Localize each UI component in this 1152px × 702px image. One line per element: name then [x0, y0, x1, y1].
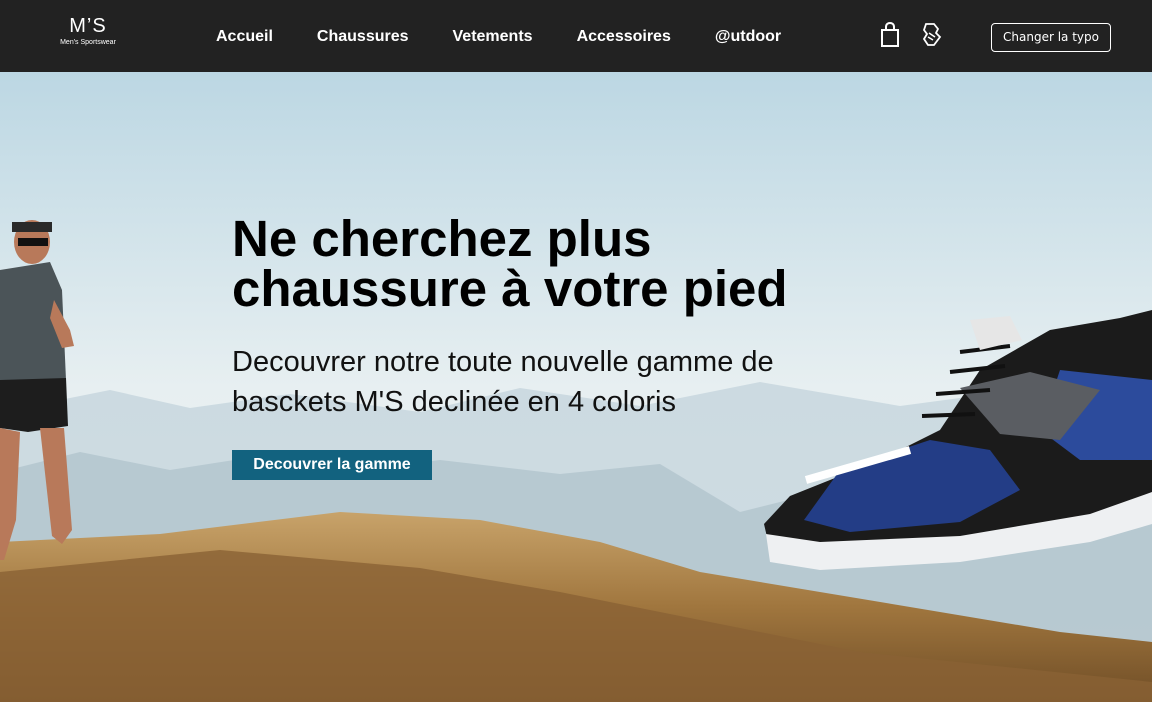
- discover-range-button[interactable]: Decouvrer la gamme: [232, 450, 432, 480]
- runner-image: [0, 220, 74, 560]
- logo-subtitle: Men's Sportswear: [60, 39, 116, 46]
- hero-subtitle: Decouvrer notre toute nouvelle gamme de …: [232, 346, 774, 418]
- hero-banner: Ne cherchez plus chaussure à votre pied …: [0, 72, 1152, 702]
- main-navigation: Accueil Chaussures Vetements Accessoires…: [216, 26, 825, 48]
- hero-title: Ne cherchez plus chaussure à votre pied: [232, 210, 788, 317]
- navbar: M’S Men's Sportswear Accueil Chaussures …: [0, 0, 1152, 72]
- nav-link-accessoires[interactable]: Accessoires: [577, 26, 671, 48]
- change-typography-button[interactable]: Changer la typo: [991, 23, 1111, 52]
- logo-mark: M’S: [69, 15, 107, 37]
- nav-icons: [878, 20, 944, 50]
- nav-link-vetements[interactable]: Vetements: [453, 26, 533, 48]
- nav-link-chaussures[interactable]: Chaussures: [317, 26, 409, 48]
- nav-link-outdoor[interactable]: @utdoor: [715, 26, 781, 48]
- brand-logo[interactable]: M’S Men's Sportswear: [56, 14, 120, 54]
- nav-link-accueil[interactable]: Accueil: [216, 26, 273, 48]
- running-shoe-icon[interactable]: [920, 21, 944, 49]
- shopping-bag-icon[interactable]: [878, 21, 902, 49]
